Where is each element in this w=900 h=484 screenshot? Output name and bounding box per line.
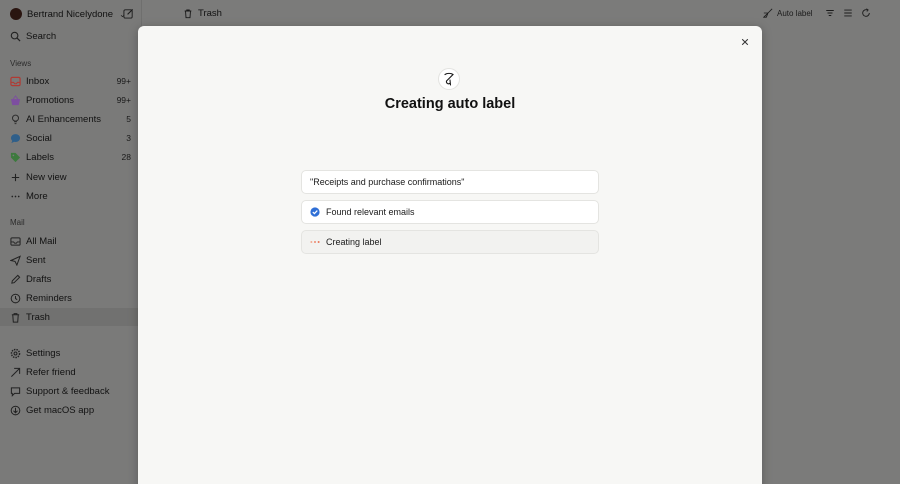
sidebar-item-label: New view (26, 171, 67, 183)
sidebar-item-ai-enhancements[interactable]: AI Enhancements 5 (0, 110, 142, 128)
compose-icon[interactable] (123, 8, 134, 19)
download-icon (10, 405, 21, 415)
auto-label-dialog: Creating auto label "Receipts and purcha… (138, 26, 762, 484)
sidebar-item-social[interactable]: Social 3 (0, 129, 142, 147)
chat-bubble-icon (10, 133, 21, 143)
trash-icon (11, 312, 20, 323)
sidebar-item-count: 5 (126, 114, 131, 124)
clock-icon (10, 293, 21, 303)
plus-icon (11, 173, 20, 181)
sidebar-search[interactable]: Search (0, 27, 142, 45)
loading-dots-icon (310, 237, 320, 247)
auto-label-button[interactable]: Auto label (763, 7, 813, 19)
chat-icon (10, 386, 21, 397)
step-text: Found relevant emails (326, 207, 415, 217)
close-button[interactable] (740, 37, 750, 47)
page-title-text: Trash (198, 7, 222, 19)
sidebar-item-settings[interactable]: Settings (0, 344, 142, 362)
avatar (10, 8, 22, 20)
sidebar-item-label: Settings (26, 347, 61, 359)
page-title: Trash (183, 6, 222, 20)
sidebar-item-support[interactable]: Support & feedback (0, 382, 142, 400)
sidebar-item-label: Trash (26, 311, 50, 323)
sidebar-item-all-mail[interactable]: All Mail (0, 232, 142, 250)
auto-label-icon (444, 72, 454, 86)
sidebar-item-label: Refer friend (26, 366, 76, 378)
draft-icon (11, 274, 21, 284)
sidebar-item-drafts[interactable]: Drafts (0, 270, 142, 288)
sidebar-item-label: Inbox (26, 75, 50, 87)
sidebar-item-label: Support & feedback (26, 385, 110, 397)
sidebar: Bertrand Nicelydone ⌄ Search Views Inbox… (0, 0, 142, 484)
sidebar-item-labels[interactable]: Labels 28 (0, 148, 142, 166)
mail-section-label: Mail (10, 218, 25, 227)
sidebar-item-label: More (26, 190, 48, 202)
lightbulb-icon (11, 114, 20, 124)
sidebar-item-get-macos-app[interactable]: Get macOS app (0, 401, 142, 419)
auto-label-logo (438, 68, 460, 90)
account-switcher[interactable]: Bertrand Nicelydone ⌄ (10, 6, 126, 22)
refer-icon (11, 367, 21, 377)
dialog-title: Creating auto label (384, 96, 516, 112)
sidebar-item-label: Reminders (26, 292, 72, 304)
sidebar-item-new-view[interactable]: New view (0, 168, 142, 186)
ellipsis-icon (11, 195, 20, 197)
sidebar-item-count: 99+ (116, 95, 131, 105)
sidebar-item-label: Social (26, 132, 52, 144)
sidebar-item-label: Promotions (26, 94, 75, 106)
step-text: Creating label (326, 237, 382, 247)
auto-label-text: Auto label (777, 8, 813, 18)
sidebar-item-count: 3 (126, 133, 131, 143)
all-mail-icon (10, 236, 21, 246)
sidebar-item-label: Get macOS app (26, 404, 95, 416)
check-circle-icon (310, 207, 320, 217)
sidebar-item-label: Labels (26, 151, 54, 163)
search-icon (10, 31, 21, 42)
step-text: "Receipts and purchase confirmations" (310, 177, 465, 187)
filter-icon[interactable] (825, 8, 835, 18)
account-name: Bertrand Nicelydone (27, 8, 114, 20)
views-section-label: Views (10, 59, 32, 68)
sidebar-item-more[interactable]: More (0, 187, 142, 205)
sidebar-item-label: AI Enhancements (26, 113, 101, 125)
tag-icon (10, 152, 21, 162)
sidebar-item-refer-friend[interactable]: Refer friend (0, 363, 142, 381)
sidebar-item-sent[interactable]: Sent (0, 251, 142, 269)
step-found-emails: Found relevant emails (301, 200, 599, 224)
sidebar-item-label: Sent (26, 254, 46, 266)
send-icon (10, 254, 21, 266)
sidebar-item-promotions[interactable]: Promotions 99+ (0, 91, 142, 109)
step-creating-label: Creating label (301, 230, 599, 254)
sidebar-item-label: Drafts (26, 273, 52, 285)
close-icon (741, 38, 749, 46)
sidebar-item-inbox[interactable]: Inbox 99+ (0, 72, 142, 90)
sidebar-item-count: 99+ (116, 76, 131, 86)
list-density-icon[interactable] (843, 8, 853, 18)
sidebar-item-label: All Mail (26, 235, 57, 247)
basket-icon (10, 94, 21, 105)
sidebar-item-trash[interactable]: Trash (0, 308, 142, 326)
step-query: "Receipts and purchase confirmations" (301, 170, 599, 194)
search-label: Search (26, 30, 57, 42)
sidebar-item-reminders[interactable]: Reminders (0, 289, 142, 307)
sidebar-item-count: 28 (121, 152, 131, 162)
refresh-icon[interactable] (861, 8, 871, 18)
auto-label-icon (763, 8, 773, 18)
gear-icon (10, 348, 21, 358)
trash-icon (184, 9, 192, 18)
inbox-icon (10, 76, 21, 86)
